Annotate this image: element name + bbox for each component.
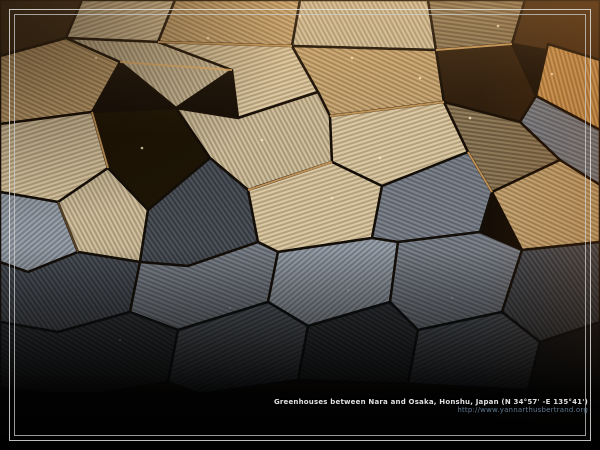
caption-url: http://www.yannarthusbertrand.org bbox=[274, 407, 588, 414]
shadow-overlay-bottom bbox=[0, 0, 600, 450]
photo-caption: Greenhouses between Nara and Osaka, Hons… bbox=[274, 399, 588, 414]
wallpaper: Greenhouses between Nara and Osaka, Hons… bbox=[0, 0, 600, 450]
aerial-photo bbox=[0, 0, 600, 450]
